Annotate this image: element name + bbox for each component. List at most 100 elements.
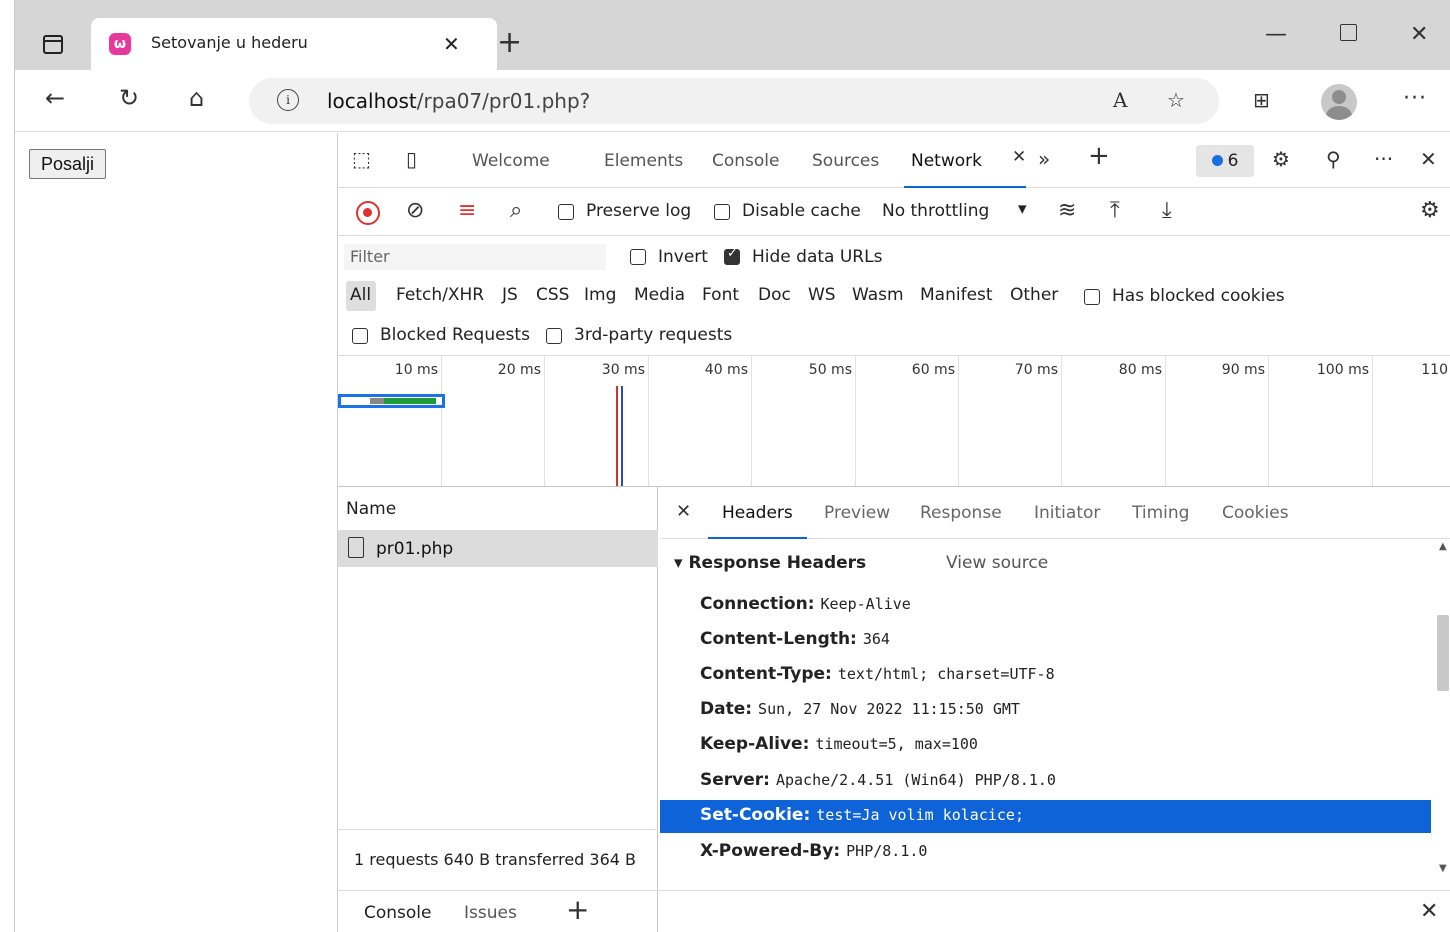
has-blocked-cookies-checkbox[interactable] [1084,289,1100,305]
search-icon[interactable]: ⌕ [510,198,522,223]
header-row[interactable]: Server: Apache/2.4.51 (Win64) PHP/8.1.0 [660,765,1431,798]
minimize-icon[interactable]: — [1265,22,1287,47]
throttling-select[interactable]: No throttling [882,201,989,221]
customize-icon[interactable]: ⚲ [1326,147,1341,171]
tab-welcome[interactable]: Welcome [472,151,550,171]
hide-data-urls-checkbox[interactable] [724,246,740,265]
tab-initiator[interactable]: Initiator [1034,503,1100,523]
load-event-line [616,386,618,486]
type-img[interactable]: Img [584,285,616,305]
url-text[interactable]: localhost/rpa07/pr01.php? [327,89,590,113]
scroll-down-icon[interactable]: ▼ [1439,863,1447,874]
type-css[interactable]: CSS [536,285,569,305]
dropdown-arrow-icon[interactable]: ▾ [1018,199,1027,219]
tab-headers[interactable]: Headers [708,503,807,539]
tab-sources[interactable]: Sources [812,151,879,171]
type-other[interactable]: Other [1010,285,1058,305]
tab-elements[interactable]: Elements [604,151,683,171]
favorite-add-icon[interactable]: ☆ [1167,88,1185,112]
type-font[interactable]: Font [702,285,739,305]
header-row-selected[interactable]: Set-Cookie: test=Ja volim kolacice; [660,800,1431,833]
invert-checkbox[interactable] [630,249,646,265]
maximize-icon[interactable] [1340,24,1357,41]
tab-preview[interactable]: Preview [824,503,890,523]
scroll-up-icon[interactable]: ▲ [1439,541,1447,552]
network-settings-icon[interactable]: ⚙ [1420,198,1440,223]
more-options-icon[interactable]: ··· [1374,147,1393,171]
preserve-log-checkbox[interactable] [558,204,574,220]
type-media[interactable]: Media [634,285,685,305]
header-row[interactable]: Date: Sun, 27 Nov 2022 11:15:50 GMT [660,694,1431,727]
type-doc[interactable]: Doc [758,285,791,305]
posalji-button[interactable]: Posalji [29,149,107,179]
import-har-icon[interactable]: ⤒ [1110,198,1120,223]
header-row[interactable]: Content-Type: text/html; charset=UTF-8 [660,659,1431,692]
detail-scrollbar[interactable]: ▲ ▼ [1435,539,1450,879]
device-emulation-icon[interactable]: ▯ [406,147,417,171]
profile-avatar[interactable] [1321,84,1357,120]
export-har-icon[interactable]: ⤓ [1162,198,1172,223]
more-menu-icon[interactable]: ··· [1403,86,1427,111]
header-row[interactable]: X-Powered-By: PHP/8.1.0 [660,836,1431,869]
type-ws[interactable]: WS [808,285,836,305]
record-icon[interactable] [356,201,380,225]
waterfall-overview[interactable]: 10 ms 20 ms 30 ms 40 ms 50 ms 60 ms 70 m… [338,356,1450,487]
clear-icon[interactable]: ⊘ [406,198,424,223]
home-icon[interactable]: ⌂ [189,84,204,112]
close-devtools-icon[interactable]: ✕ [1420,147,1437,171]
drawer-add-tab-icon[interactable]: + [566,893,589,926]
tab-response[interactable]: Response [920,503,1002,523]
address-bar[interactable]: i localhost/rpa07/pr01.php? A ☆ [249,78,1219,124]
header-row[interactable]: Content-Length: 364 [660,624,1431,657]
type-all[interactable]: All [350,285,371,305]
add-tab-icon[interactable]: + [1088,141,1110,171]
back-icon[interactable]: ← [45,84,65,112]
browser-tab[interactable]: ω Setovanje u hederu ✕ [91,18,497,70]
type-js[interactable]: JS [502,285,518,305]
disable-cache-checkbox[interactable] [714,204,730,220]
tab-actions-icon[interactable] [43,35,63,54]
tab-network[interactable]: Network [904,151,1026,188]
refresh-icon[interactable]: ↻ [119,84,139,112]
tab-cookies[interactable]: Cookies [1222,503,1289,523]
read-aloud-icon[interactable]: A [1113,88,1127,112]
type-wasm[interactable]: Wasm [852,285,904,305]
close-drawer-icon[interactable]: ✕ [1420,899,1438,924]
tab-network-close-icon[interactable]: ✕ [1012,147,1026,167]
drawer-tab-console[interactable]: Console [364,903,432,923]
close-detail-icon[interactable]: ✕ [676,501,691,522]
drawer-tab-issues[interactable]: Issues [464,903,517,923]
site-info-icon[interactable]: i [277,89,299,111]
request-row[interactable]: pr01.php [338,531,658,567]
blocked-requests-checkbox[interactable] [352,328,368,344]
close-window-icon[interactable]: ✕ [1410,22,1428,47]
request-detail-pane: ✕ Headers Preview Response Initiator Tim… [660,487,1450,879]
tab-console[interactable]: Console [712,151,780,171]
header-row[interactable]: Keep-Alive: timeout=5, max=100 [660,729,1431,762]
name-column-header[interactable]: Name [338,487,658,531]
tab-close-icon[interactable]: ✕ [443,32,460,56]
collections-icon[interactable]: ⊞ [1253,88,1270,112]
issues-badge[interactable]: 6 [1196,145,1254,177]
network-conditions-icon[interactable]: ≋ [1058,198,1076,223]
header-value: Apache/2.4.51 (Win64) PHP/8.1.0 [775,771,1056,789]
response-headers-section[interactable]: ▾ Response Headers [674,553,866,573]
inspect-element-icon[interactable]: ⬚ [352,147,371,171]
more-tabs-icon[interactable]: » [1038,147,1050,171]
third-party-checkbox[interactable] [546,328,562,344]
tab-timing[interactable]: Timing [1132,503,1189,523]
scrollbar-thumb[interactable] [1437,615,1449,691]
type-fetch-xhr[interactable]: Fetch/XHR [396,285,484,305]
header-row[interactable]: Connection: Keep-Alive [660,589,1431,622]
filter-input[interactable]: Filter [344,244,606,270]
devtools-panel: ⬚ ▯ Welcome Elements Console Sources Net… [337,133,1450,932]
request-list: Name pr01.php 1 requests 640 B transferr… [338,487,658,932]
header-value: Sun, 27 Nov 2022 11:15:50 GMT [758,700,1020,718]
filter-icon[interactable]: ≡ [458,198,476,223]
settings-icon[interactable]: ⚙ [1272,147,1290,171]
tick-label: 20 ms [497,362,541,378]
new-tab-icon[interactable]: + [497,28,522,58]
tick-label: 80 ms [1118,362,1162,378]
type-manifest[interactable]: Manifest [920,285,993,305]
view-source-link[interactable]: View source [946,553,1048,573]
